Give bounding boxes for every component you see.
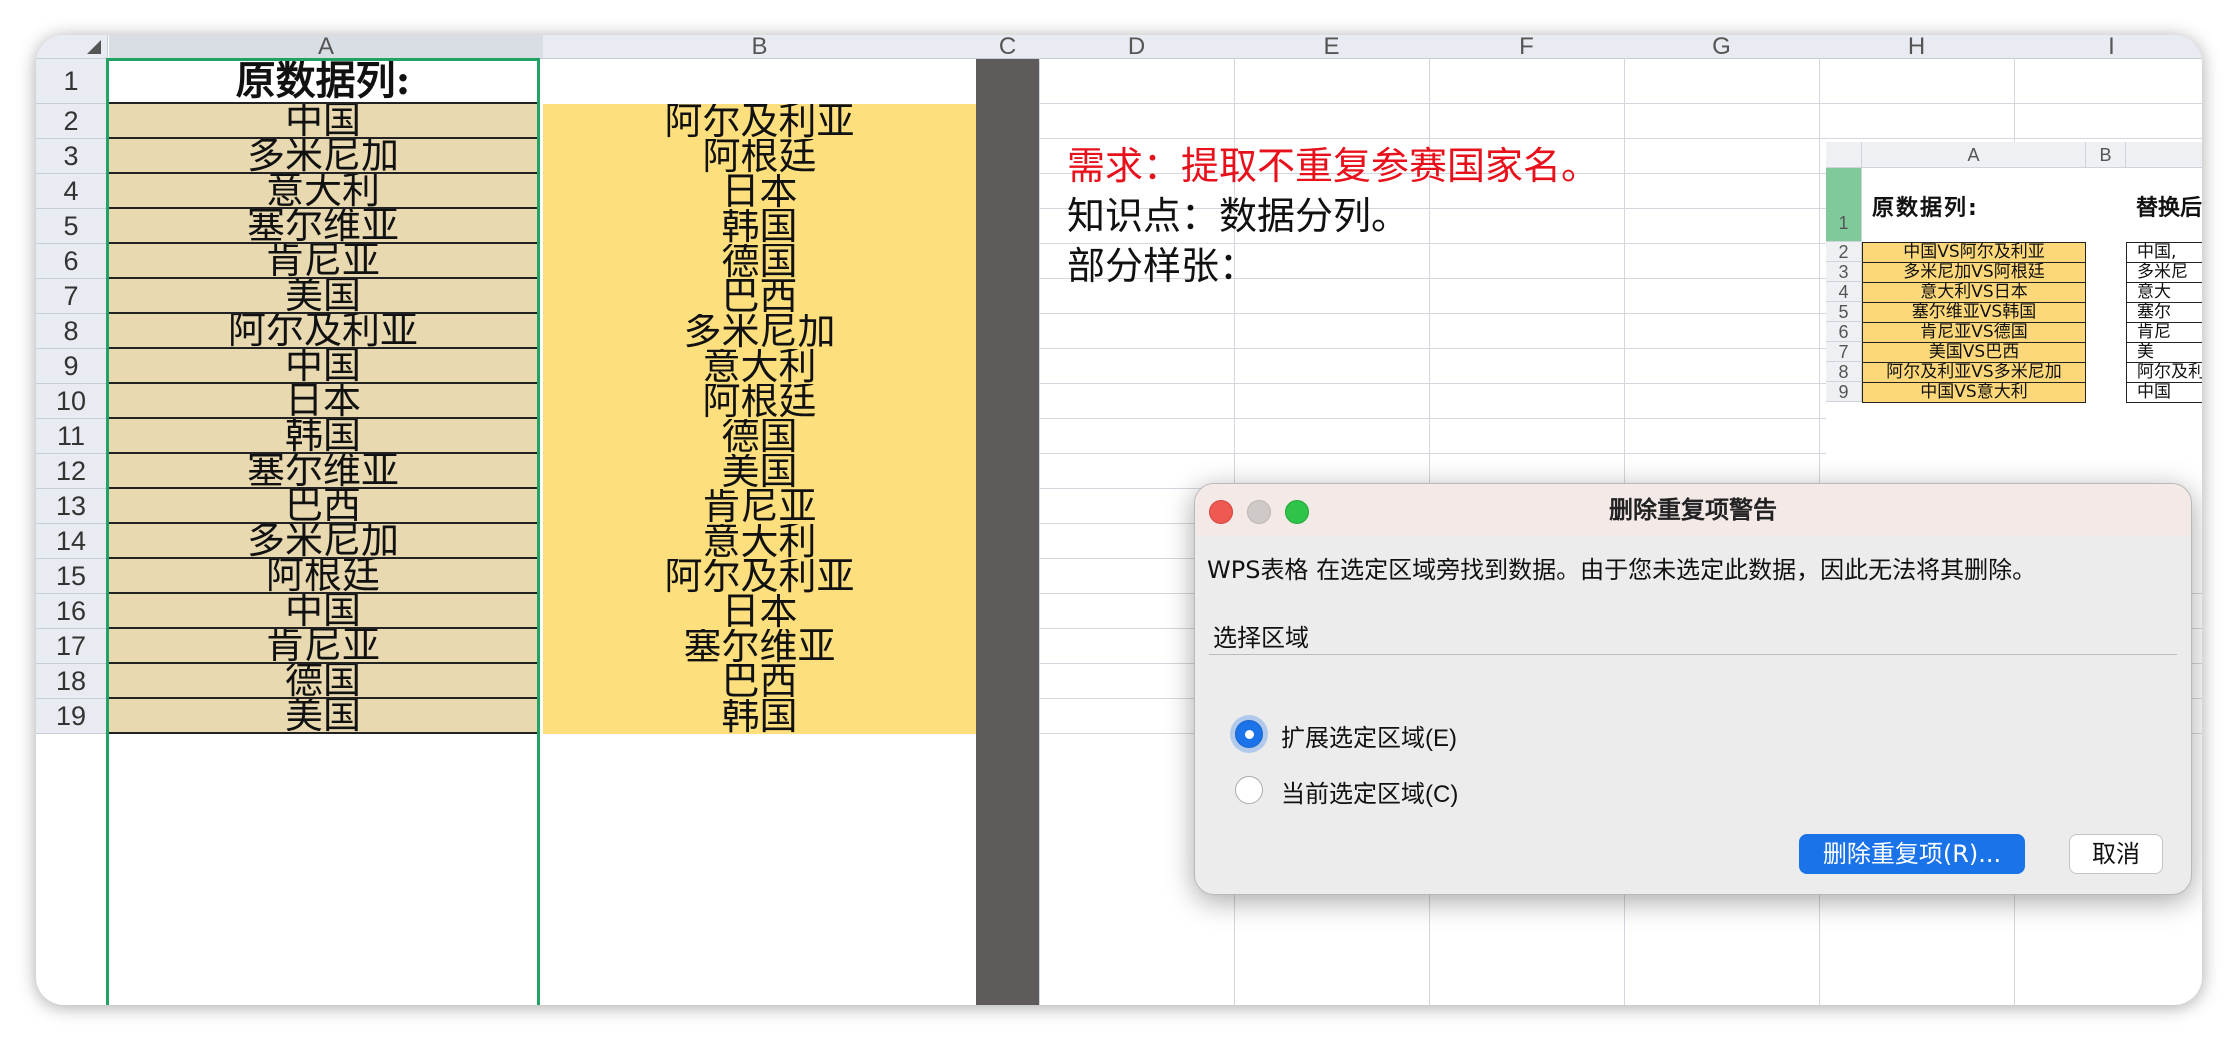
cell-b9[interactable]: 意大利 (543, 349, 976, 384)
mini-cell-a: 塞尔维亚VS韩国 (1862, 302, 2086, 323)
cell-b5[interactable]: 韩国 (543, 209, 976, 244)
row-header-5[interactable]: 5 (36, 209, 107, 244)
row-header-9[interactable]: 9 (36, 349, 107, 384)
mini-cell-c: 肯尼 (2126, 322, 2202, 343)
mini-cell-a: 肯尼亚VS德国 (1862, 322, 2086, 343)
mini-row-header: 4 (1826, 282, 1862, 302)
column-header-c[interactable]: C (976, 35, 1040, 59)
zoom-window-button[interactable] (1285, 500, 1309, 524)
mini-cell-a: 阿尔及利亚VS多米尼加 (1862, 362, 2086, 383)
current-selection-label[interactable]: 当前选定区域(C) (1281, 774, 1458, 809)
row-header-19[interactable]: 19 (36, 699, 107, 734)
column-header-f[interactable]: F (1429, 35, 1625, 59)
cell-b1[interactable] (543, 59, 976, 104)
knowledge-text: 知识点：数据分列。 (1067, 194, 1410, 238)
mini-row-header: 2 (1826, 242, 1862, 262)
row-header-4[interactable]: 4 (36, 174, 107, 209)
mini-row-header: 9 (1826, 382, 1862, 402)
row-header-11[interactable]: 11 (36, 419, 107, 454)
sample-text: 部分样张： (1067, 244, 1258, 288)
section-label: 选择区域 (1213, 624, 1309, 652)
cell-b19[interactable]: 韩国 (543, 699, 976, 734)
mini-row-header: 5 (1826, 302, 1862, 322)
remove-duplicates-button[interactable]: 删除重复项(R)... (1799, 834, 2025, 874)
current-selection-radio[interactable] (1235, 776, 1263, 804)
remove-duplicates-dialog: 删除重复项警告 WPS表格 在选定区域旁找到数据。由于您未选定此数据，因此无法将… (1194, 483, 2192, 895)
row-header-1[interactable]: 1 (36, 59, 107, 104)
expand-selection-label[interactable]: 扩展选定区域(E) (1281, 718, 1457, 753)
column-header-g[interactable]: G (1624, 35, 1820, 59)
mini-row-header: 7 (1826, 342, 1862, 362)
mini-cell-a: 美国VS巴西 (1862, 342, 2086, 363)
cell-b15[interactable]: 阿尔及利亚 (543, 559, 976, 594)
cancel-button[interactable]: 取消 (2069, 834, 2163, 874)
mini-cell-c: 多米尼 (2126, 262, 2202, 283)
column-header-d[interactable]: D (1039, 35, 1235, 59)
row-header-8[interactable]: 8 (36, 314, 107, 349)
cell-b8[interactable]: 多米尼加 (543, 314, 976, 349)
cell-b6[interactable]: 德国 (543, 244, 976, 279)
mini-cell-a: 多米尼加VS阿根廷 (1862, 262, 2086, 283)
row-header-12[interactable]: 12 (36, 454, 107, 489)
row-header-18[interactable]: 18 (36, 664, 107, 699)
cell-b10[interactable]: 阿根廷 (543, 384, 976, 419)
mini-cell-c: 塞尔 (2126, 302, 2202, 323)
row-header-17[interactable]: 17 (36, 629, 107, 664)
spreadsheet-window: ABCDEFGHI 1 2 3 4 5 6 7 8 9 10 11 12 13 14 15 16 17 18 19 … (36, 35, 2202, 1005)
mini-cell-c: 阿尔及利 (2126, 362, 2202, 383)
mini-col-b: B (2086, 142, 2126, 168)
mini-cell-a: 意大利VS日本 (1862, 282, 2086, 303)
mini-row-header: 8 (1826, 362, 1862, 382)
row-header-3[interactable]: 3 (36, 139, 107, 174)
mini-cell-a: 中国VS意大利 (1862, 382, 2086, 403)
requirement-text: 需求：提取不重复参赛国家名。 (1067, 144, 1600, 188)
select-all-corner[interactable] (36, 35, 108, 59)
cell-b3[interactable]: 阿根廷 (543, 139, 976, 174)
column-header-i[interactable]: I (2014, 35, 2202, 59)
cell-b12[interactable]: 美国 (543, 454, 976, 489)
column-a-selection (106, 58, 540, 1005)
mini-cell-c: 中国, (2126, 242, 2202, 263)
cell-b13[interactable]: 肯尼亚 (543, 489, 976, 524)
cell-b16[interactable]: 日本 (543, 594, 976, 629)
mini-row-header: 6 (1826, 322, 1862, 342)
row-header-16[interactable]: 16 (36, 594, 107, 629)
cell-b17[interactable]: 塞尔维亚 (543, 629, 976, 664)
row-header-13[interactable]: 13 (36, 489, 107, 524)
row-header-6[interactable]: 6 (36, 244, 107, 279)
cell-b14[interactable]: 意大利 (543, 524, 976, 559)
section-divider (1209, 654, 2177, 655)
row-header-10[interactable]: 10 (36, 384, 107, 419)
dialog-message: WPS表格 在选定区域旁找到数据。由于您未选定此数据，因此无法将其删除。 (1207, 556, 2037, 584)
row-header-15[interactable]: 15 (36, 559, 107, 594)
cell-b11[interactable]: 德国 (543, 419, 976, 454)
mini-cell-c: 美 (2126, 342, 2202, 363)
column-header-b[interactable]: B (543, 35, 977, 59)
mini-cell-c: 意大 (2126, 282, 2202, 303)
column-header-e[interactable]: E (1234, 35, 1430, 59)
row-header-2[interactable]: 2 (36, 104, 107, 139)
cell-b18[interactable]: 巴西 (543, 664, 976, 699)
cell-b2[interactable]: 阿尔及利亚 (543, 104, 976, 139)
mini-header-a: 原数据列: (1872, 196, 1979, 221)
cell-b4[interactable]: 日本 (543, 174, 976, 209)
mini-col-a: A (1862, 142, 2086, 168)
close-window-button[interactable] (1209, 500, 1233, 524)
dialog-title: 删除重复项警告 (1195, 484, 2191, 536)
mini-cell-a: 中国VS阿尔及利亚 (1862, 242, 2086, 263)
mini-cell-c: 中国 (2126, 382, 2202, 403)
minimize-window-button[interactable] (1247, 500, 1271, 524)
mini-header-c: 替换后 (2136, 196, 2202, 221)
expand-selection-radio[interactable] (1235, 720, 1263, 748)
column-header-h[interactable]: H (1819, 35, 2015, 59)
row-header-14[interactable]: 14 (36, 524, 107, 559)
mini-row-header: 1 (1826, 168, 1862, 242)
row-header-7[interactable]: 7 (36, 279, 107, 314)
mini-row-header: 3 (1826, 262, 1862, 282)
column-c-fill (976, 59, 1039, 1005)
column-header-a[interactable]: A (109, 35, 544, 59)
cell-b7[interactable]: 巴西 (543, 279, 976, 314)
